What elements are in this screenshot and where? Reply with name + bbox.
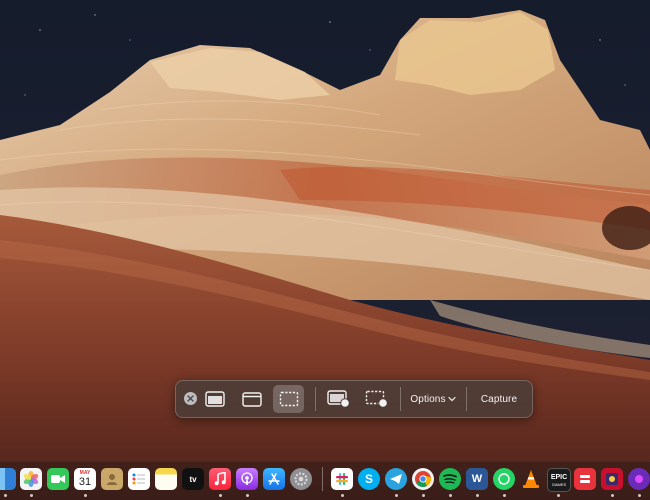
app-store-icon[interactable]: [263, 468, 285, 490]
running-indicator: [4, 494, 7, 497]
telegram-icon[interactable]: [385, 468, 407, 490]
capture-selected-window-button[interactable]: [238, 385, 266, 413]
calendar-icon[interactable]: MAY 31: [74, 468, 96, 490]
podcast-icon: [241, 472, 253, 485]
running-indicator: [476, 494, 479, 497]
spotify-icon[interactable]: [439, 468, 461, 490]
photos-icon[interactable]: [20, 468, 42, 490]
record-circle-icon: [635, 475, 643, 483]
chrome-logo-icon: [415, 471, 432, 487]
close-icon: [187, 395, 194, 402]
selected-window-icon: [242, 392, 262, 407]
running-indicator: [638, 494, 641, 497]
facetime-icon[interactable]: [47, 468, 69, 490]
list-icon: [132, 473, 145, 485]
capture-label: Capture: [480, 393, 518, 405]
finder-icon[interactable]: [0, 468, 16, 490]
vlc-icon[interactable]: [520, 468, 542, 490]
running-indicator: [449, 494, 452, 497]
notes-icon[interactable]: [155, 468, 177, 490]
running-indicator: [219, 494, 222, 497]
app-store-a-icon: [268, 473, 280, 485]
running-indicator: [395, 494, 398, 497]
parallels-icon[interactable]: [574, 468, 596, 490]
paper-plane-icon: [390, 474, 402, 484]
toolbar-divider: [400, 387, 401, 411]
close-button[interactable]: [184, 392, 197, 405]
capture-selected-portion-button[interactable]: [273, 385, 304, 413]
options-button[interactable]: Options: [406, 385, 460, 413]
record-selected-portion-button[interactable]: [362, 385, 392, 413]
running-indicator: [84, 494, 87, 497]
slack-hash-icon: [336, 473, 348, 485]
skype-letter: S: [364, 472, 373, 486]
toolbar-divider: [315, 387, 316, 411]
entire-screen-icon: [205, 391, 225, 407]
skype-icon[interactable]: S: [358, 468, 380, 490]
music-icon[interactable]: [209, 468, 231, 490]
desktop-wallpaper: [0, 0, 650, 500]
record-portion-icon: [365, 390, 388, 408]
photo-strip-icon: [606, 473, 618, 485]
running-indicator: [422, 494, 425, 497]
tv-label: tv: [189, 474, 197, 484]
video-camera-icon: [51, 475, 65, 483]
running-indicator: [503, 494, 506, 497]
capture-button[interactable]: Capture: [472, 385, 526, 413]
running-indicator: [246, 494, 249, 497]
word-icon[interactable]: W: [466, 468, 488, 490]
chrome-icon[interactable]: [412, 468, 434, 490]
parallels-bars-icon: [580, 475, 590, 483]
contacts-icon[interactable]: [101, 468, 123, 490]
chevron-down-icon: [447, 396, 456, 402]
calendar-day: 31: [78, 476, 92, 488]
traffic-cone-icon: [523, 470, 539, 488]
music-note-icon: [214, 472, 226, 486]
spotify-waves-icon: [443, 474, 457, 484]
screenshot-toolbar: Options Capture: [175, 380, 533, 418]
options-label: Options: [410, 393, 446, 405]
selected-portion-icon: [279, 391, 298, 407]
whatsapp-icon[interactable]: [493, 468, 515, 490]
word-letter: W: [471, 473, 483, 485]
screen-capture-icon[interactable]: [628, 468, 650, 490]
slack-icon[interactable]: [331, 468, 353, 490]
epic-sub-label: GAMES: [551, 481, 567, 487]
photos-petals-icon: [23, 471, 39, 487]
record-entire-screen-button[interactable]: [324, 385, 354, 413]
running-indicator: [557, 494, 560, 497]
person-icon: [107, 474, 117, 485]
phone-bubble-icon: [498, 473, 510, 485]
running-indicator: [30, 494, 33, 497]
dock-divider: [322, 467, 323, 491]
photo-booth-icon[interactable]: [601, 468, 623, 490]
gear-icon: [294, 472, 308, 486]
system-settings-icon[interactable]: [290, 468, 312, 490]
epic-games-icon[interactable]: EPIC GAMES: [547, 468, 571, 492]
running-indicator: [341, 494, 344, 497]
running-indicator: [611, 494, 614, 497]
epic-label: EPIC: [550, 473, 568, 481]
toolbar-divider: [466, 387, 467, 411]
record-screen-icon: [327, 390, 350, 408]
reminders-icon[interactable]: [128, 468, 150, 490]
capture-entire-screen-button[interactable]: [201, 385, 229, 413]
apple-tv-icon[interactable]: tv: [182, 468, 204, 490]
podcasts-icon[interactable]: [236, 468, 258, 490]
